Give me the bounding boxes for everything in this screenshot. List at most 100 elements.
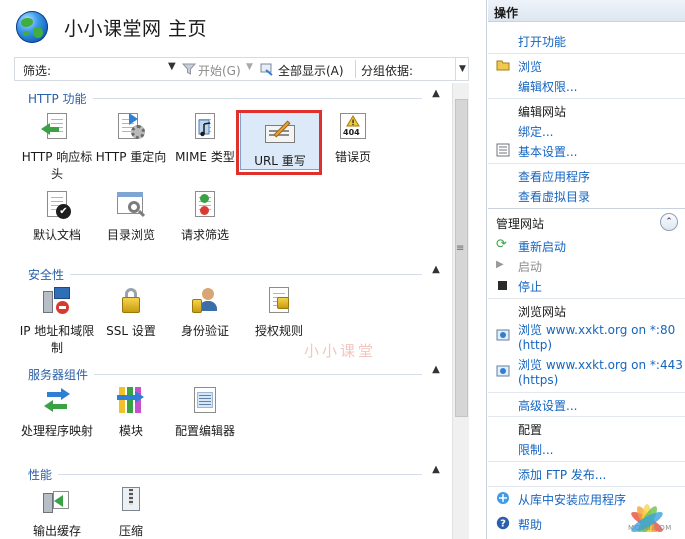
feature-request-filtering[interactable]: 请求筛选 <box>166 189 244 244</box>
feature-ssl-settings[interactable]: SSL 设置 <box>92 285 170 340</box>
section-security: 安全性 ▲ IP 地址和域限制 SSL 设置 身份验证 授权规则 <box>14 264 452 359</box>
manage-site-header: 管理网站 <box>496 217 545 231</box>
collapse-manage-site-icon[interactable]: ⌃ <box>660 213 678 231</box>
collapse-section-icon[interactable]: ▲ <box>428 364 444 375</box>
funnel-icon <box>182 63 196 75</box>
feature-ip-domain-restrictions[interactable]: IP 地址和域限制 <box>18 285 96 357</box>
browse-http-link-protocol[interactable]: (http) <box>518 338 552 352</box>
view-applications-link[interactable]: 查看应用程序 <box>518 168 590 185</box>
feature-label: 身份验证 <box>180 324 229 338</box>
scrollbar-thumb[interactable] <box>455 99 468 417</box>
authorization-rules-icon <box>263 285 295 317</box>
handler-mappings-icon <box>41 385 73 417</box>
feature-authorization-rules[interactable]: 授权规则 <box>240 285 318 340</box>
feature-label: 处理程序映射 <box>20 424 93 438</box>
website-globe-icon <box>16 11 48 43</box>
compression-icon <box>115 485 147 517</box>
browse-link[interactable]: 浏览 <box>518 58 542 75</box>
stop-icon <box>496 279 510 293</box>
feature-http-response-headers[interactable]: HTTP 响应标头 <box>18 111 96 183</box>
basic-settings-link[interactable]: 基本设置... <box>518 143 577 160</box>
section-header[interactable]: HTTP 功能 ▲ <box>14 88 444 107</box>
selection-highlight-box <box>236 110 322 175</box>
start-link[interactable]: 启动 <box>518 258 542 275</box>
feature-output-caching[interactable]: 输出缓存 <box>18 485 96 539</box>
open-feature-link[interactable]: 打开功能 <box>518 33 566 50</box>
stop-link[interactable]: 停止 <box>518 278 542 295</box>
feature-directory-browsing[interactable]: 目录浏览 <box>92 189 170 244</box>
feature-label: 请求筛选 <box>180 228 229 242</box>
default-document-icon: ✔ <box>41 189 73 221</box>
filter-toolbar: 筛选: ▼ 开始(G) ▼ 全部显示(A) 分组依据: <box>14 57 469 81</box>
section-header[interactable]: 性能 ▲ <box>14 464 444 483</box>
add-ftp-publishing-link[interactable]: 添加 FTP 发布... <box>518 466 606 483</box>
section-performance: 性能 ▲ 输出缓存 压缩 <box>14 464 452 539</box>
configure-group-label: 配置 <box>518 423 543 437</box>
collapse-section-icon[interactable]: ▲ <box>428 464 444 475</box>
ip-domain-restrictions-icon <box>41 285 73 317</box>
toolbar-overflow-button[interactable]: ▼ <box>455 57 469 81</box>
show-all-icon <box>260 63 273 76</box>
feature-label: IP 地址和域限制 <box>19 324 95 355</box>
browse-folder-icon <box>496 60 510 71</box>
mime-types-icon <box>189 111 221 143</box>
configuration-editor-icon <box>189 385 221 417</box>
filter-dropdown-arrow-icon[interactable]: ▼ <box>168 61 176 72</box>
section-header[interactable]: 安全性 ▲ <box>14 264 444 283</box>
restart-link[interactable]: 重新启动 <box>518 238 566 255</box>
feature-modules[interactable]: 模块 <box>92 385 170 440</box>
scrollbar-grip-icon: ≡ <box>456 243 465 254</box>
browse-http-link[interactable]: 浏览 www.xxkt.org on *:80 <box>518 321 675 338</box>
feature-list: HTTP 功能 ▲ HTTP 响应标头 HTTP 重定向 MIME 类型 URL… <box>14 83 452 539</box>
ssl-settings-icon <box>115 285 147 317</box>
feature-handler-mappings[interactable]: 处理程序映射 <box>18 385 96 440</box>
edit-site-group-label: 编辑网站 <box>518 105 567 119</box>
feature-error-pages[interactable]: 404 错误页 <box>314 111 392 166</box>
help-link[interactable]: 帮助 <box>518 516 542 533</box>
directory-browsing-icon <box>115 189 147 221</box>
collapse-section-icon[interactable]: ▲ <box>428 264 444 275</box>
output-caching-icon <box>41 485 73 517</box>
feature-mime-types[interactable]: MIME 类型 <box>166 111 244 166</box>
view-virtual-dirs-link[interactable]: 查看虚拟目录 <box>518 188 590 205</box>
install-from-gallery-link[interactable]: 从库中安装应用程序 <box>518 491 626 508</box>
restart-icon: ⟳ <box>496 237 507 252</box>
bindings-link[interactable]: 绑定... <box>518 123 553 140</box>
feature-default-document[interactable]: ✔ 默认文档 <box>18 189 96 244</box>
actions-title: 操作 <box>494 6 519 20</box>
browse-https-link[interactable]: 浏览 www.xxkt.org on *:443 <box>518 356 683 373</box>
feature-http-redirect[interactable]: HTTP 重定向 <box>92 111 170 166</box>
feature-label: 错误页 <box>334 150 371 164</box>
feature-label: 输出缓存 <box>32 524 81 538</box>
page-title: 小小课堂网 主页 <box>64 18 208 40</box>
features-view-pane: 小小课堂网 主页 筛选: ▼ 开始(G) ▼ 全部显示(A) 分组依据: ▼ H… <box>0 0 487 539</box>
limits-link[interactable]: 限制... <box>518 441 553 458</box>
collapse-section-icon[interactable]: ▲ <box>428 88 444 99</box>
feature-authentication[interactable]: 身份验证 <box>166 285 244 340</box>
browse-https-link-protocol[interactable]: (https) <box>518 373 558 387</box>
browse-https-icon <box>496 365 510 377</box>
start-filter-button[interactable]: 开始(G) <box>198 62 241 79</box>
feature-compression[interactable]: 压缩 <box>92 485 170 539</box>
edit-permissions-link[interactable]: 编辑权限... <box>518 78 577 95</box>
watermark-site-text: MOSU.COM <box>628 524 672 532</box>
section-header[interactable]: 服务器组件 ▲ <box>14 364 444 383</box>
request-filtering-icon <box>189 189 221 221</box>
actions-pane: 操作 打开功能 浏览 编辑权限... 编辑网站 绑定... 基本设置... 查看… <box>488 0 685 539</box>
iis-manager-window: 小小课堂网 主页 筛选: ▼ 开始(G) ▼ 全部显示(A) 分组依据: ▼ H… <box>0 0 685 539</box>
show-all-button[interactable]: 全部显示(A) <box>278 62 344 79</box>
feature-label: 模块 <box>118 424 143 438</box>
section-title: 安全性 <box>28 266 71 283</box>
section-title: 服务器组件 <box>28 366 95 383</box>
section-title: HTTP 功能 <box>28 90 93 107</box>
actions-header: 操作 <box>488 0 685 22</box>
error-pages-icon: 404 <box>337 111 369 143</box>
feature-configuration-editor[interactable]: 配置编辑器 <box>166 385 244 440</box>
modules-icon <box>115 385 147 417</box>
vertical-scrollbar[interactable]: ≡ <box>452 83 469 539</box>
start-icon: ▶ <box>496 259 504 270</box>
advanced-settings-link[interactable]: 高级设置... <box>518 397 577 414</box>
svg-text:?: ? <box>500 519 506 530</box>
page-header: 小小课堂网 主页 <box>0 0 486 56</box>
group-by-label[interactable]: 分组依据: <box>361 62 413 79</box>
